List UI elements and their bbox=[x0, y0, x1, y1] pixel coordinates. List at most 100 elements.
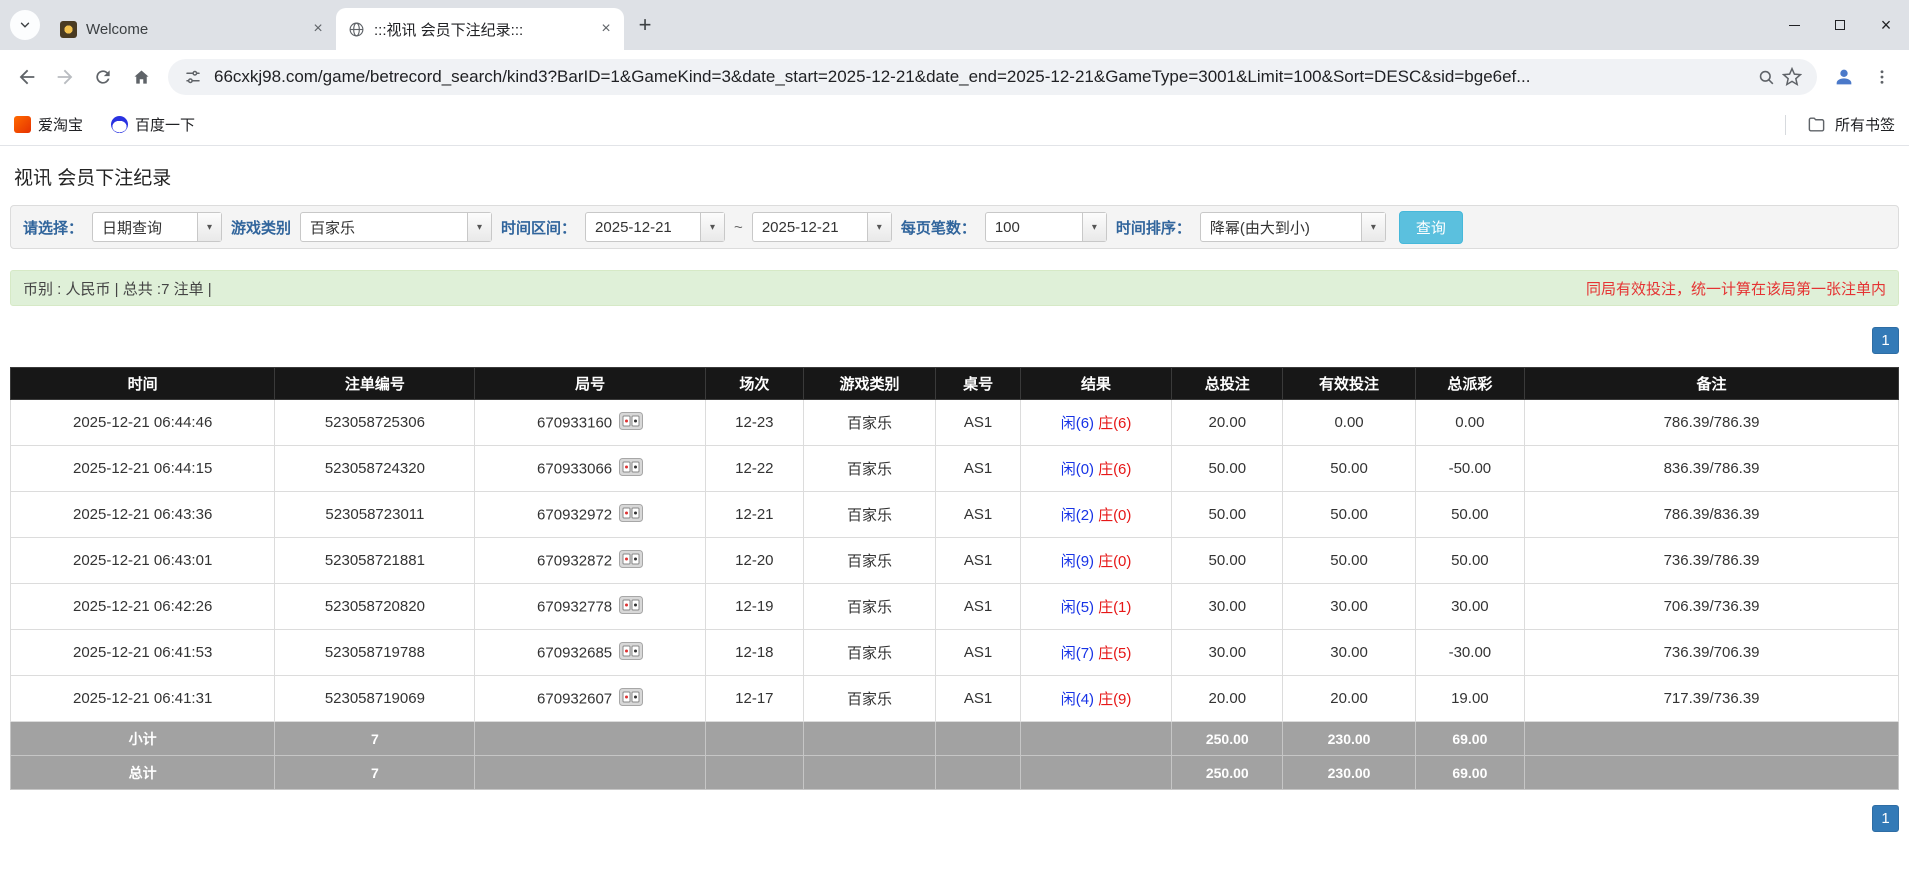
cell-result: 闲(7)庄(5) bbox=[1021, 630, 1172, 676]
all-bookmarks-label: 所有书签 bbox=[1835, 114, 1895, 135]
page-1-button[interactable]: 1 bbox=[1872, 327, 1899, 354]
page-1-button[interactable]: 1 bbox=[1872, 805, 1899, 832]
tab-welcome[interactable]: Welcome × bbox=[48, 8, 336, 50]
total-bet-link[interactable]: 20.00 bbox=[1172, 676, 1283, 722]
query-type-label: 请选择： bbox=[23, 217, 83, 238]
cell-result: 闲(5)庄(1) bbox=[1021, 584, 1172, 630]
chevron-down-icon[interactable]: ▾ bbox=[467, 213, 491, 241]
new-tab-button[interactable]: + bbox=[630, 10, 660, 40]
cell-note: 736.39/706.39 bbox=[1525, 630, 1899, 676]
close-window-button[interactable]: × bbox=[1863, 0, 1909, 50]
table-row: 2025-12-21 06:41:31 523058719069 6709326… bbox=[11, 676, 1899, 722]
chevron-down-icon[interactable]: ▾ bbox=[197, 213, 221, 241]
tab-search-button[interactable] bbox=[10, 10, 40, 40]
cell-note: 706.39/736.39 bbox=[1525, 584, 1899, 630]
cell-valid-bet: 0.00 bbox=[1283, 400, 1415, 446]
cell-result: 闲(9)庄(0) bbox=[1021, 538, 1172, 584]
cell-table: AS1 bbox=[936, 446, 1021, 492]
cell-table: AS1 bbox=[936, 584, 1021, 630]
cell-game: 百家乐 bbox=[803, 492, 935, 538]
total-bet-link[interactable]: 50.00 bbox=[1172, 492, 1283, 538]
minimize-button[interactable] bbox=[1771, 0, 1817, 50]
bookmark-star-icon[interactable] bbox=[1779, 64, 1805, 90]
close-icon: × bbox=[1881, 16, 1892, 34]
bookmark-aitaobao[interactable]: 爱淘宝 bbox=[14, 114, 83, 135]
bookmark-baidu[interactable]: 百度一下 bbox=[111, 114, 195, 135]
home-button[interactable] bbox=[122, 58, 160, 96]
tab-bet-record[interactable]: :::视讯 会员下注纪录::: × bbox=[336, 8, 624, 50]
total-bet-link[interactable]: 30.00 bbox=[1172, 630, 1283, 676]
player-result: 闲(0) bbox=[1061, 461, 1094, 478]
round-replay-icon[interactable] bbox=[619, 412, 643, 434]
search-button[interactable]: 查询 bbox=[1399, 211, 1463, 244]
cell-payout: 50.00 bbox=[1415, 538, 1525, 584]
globe-icon bbox=[348, 21, 365, 38]
total-bet-link[interactable]: 30.00 bbox=[1172, 584, 1283, 630]
url-text[interactable]: 66cxkj98.com/game/betrecord_search/kind3… bbox=[214, 67, 1745, 87]
zoom-icon[interactable] bbox=[1753, 64, 1779, 90]
chevron-down-icon[interactable]: ▾ bbox=[867, 213, 891, 241]
currency-summary-text: 币别 : 人民币 | 总共 :7 注单 | bbox=[23, 278, 212, 299]
reload-button[interactable] bbox=[84, 58, 122, 96]
round-replay-icon[interactable] bbox=[619, 504, 643, 526]
game-type-select[interactable]: 百家乐 ▾ bbox=[300, 212, 492, 242]
player-result: 闲(5) bbox=[1061, 599, 1094, 616]
sort-label: 时间排序： bbox=[1116, 217, 1191, 238]
cell-session: 12-21 bbox=[705, 492, 803, 538]
page-size-select[interactable]: 100 ▾ bbox=[985, 212, 1107, 242]
chevron-down-icon[interactable]: ▾ bbox=[1082, 213, 1106, 241]
all-bookmarks-button[interactable]: 所有书签 bbox=[1785, 114, 1895, 135]
baidu-favicon bbox=[111, 116, 128, 133]
browser-menu-button[interactable] bbox=[1863, 58, 1901, 96]
round-replay-icon[interactable] bbox=[619, 458, 643, 480]
reload-icon bbox=[93, 67, 113, 87]
header-table: 桌号 bbox=[936, 368, 1021, 400]
query-type-select[interactable]: 日期查询 ▾ bbox=[92, 212, 222, 242]
round-replay-icon[interactable] bbox=[619, 550, 643, 572]
cell-round: 670932972 bbox=[475, 492, 705, 538]
empty-cell bbox=[705, 756, 803, 790]
cell-table: AS1 bbox=[936, 630, 1021, 676]
site-info-icon[interactable] bbox=[180, 64, 206, 90]
cell-valid-bet: 50.00 bbox=[1283, 492, 1415, 538]
cell-time: 2025-12-21 06:44:46 bbox=[11, 400, 275, 446]
date-start-select[interactable]: 2025-12-21 ▾ bbox=[585, 212, 725, 242]
date-end-select[interactable]: 2025-12-21 ▾ bbox=[752, 212, 892, 242]
cell-time: 2025-12-21 06:41:31 bbox=[11, 676, 275, 722]
header-round: 局号 bbox=[475, 368, 705, 400]
summary-bar: 币别 : 人民币 | 总共 :7 注单 | 同局有效投注，统一计算在该局第一张注… bbox=[10, 270, 1899, 306]
total-bet-link[interactable]: 20.00 bbox=[1172, 400, 1283, 446]
round-number: 670933160 bbox=[537, 414, 612, 431]
minimize-icon bbox=[1789, 25, 1800, 26]
filter-bar: 请选择： 日期查询 ▾ 游戏类别 百家乐 ▾ 时间区间： 2025-12-21 … bbox=[10, 205, 1899, 249]
maximize-button[interactable] bbox=[1817, 0, 1863, 50]
back-button[interactable] bbox=[8, 58, 46, 96]
date-start-value: 2025-12-21 bbox=[586, 213, 700, 241]
empty-cell bbox=[936, 756, 1021, 790]
round-replay-icon[interactable] bbox=[619, 688, 643, 710]
cell-session: 12-22 bbox=[705, 446, 803, 492]
cell-valid-bet: 20.00 bbox=[1283, 676, 1415, 722]
profile-avatar[interactable] bbox=[1825, 58, 1863, 96]
sort-select[interactable]: 降幂(由大到小) ▾ bbox=[1200, 212, 1386, 242]
header-result: 结果 bbox=[1021, 368, 1172, 400]
cell-payout: 19.00 bbox=[1415, 676, 1525, 722]
round-replay-icon[interactable] bbox=[619, 642, 643, 664]
total-bet-link[interactable]: 50.00 bbox=[1172, 446, 1283, 492]
tab-close-icon[interactable]: × bbox=[596, 19, 616, 39]
cell-time: 2025-12-21 06:41:53 bbox=[11, 630, 275, 676]
cell-bet-id: 523058720820 bbox=[275, 584, 475, 630]
address-bar[interactable]: 66cxkj98.com/game/betrecord_search/kind3… bbox=[168, 59, 1817, 95]
summary-note-text: 同局有效投注，统一计算在该局第一张注单内 bbox=[1586, 278, 1886, 299]
cell-note: 786.39/786.39 bbox=[1525, 400, 1899, 446]
tab-close-icon[interactable]: × bbox=[308, 19, 328, 39]
round-replay-icon[interactable] bbox=[619, 596, 643, 618]
subtotal-valid-bet: 230.00 bbox=[1283, 722, 1415, 756]
cell-time: 2025-12-21 06:44:15 bbox=[11, 446, 275, 492]
chevron-down-icon[interactable]: ▾ bbox=[1361, 213, 1385, 241]
chevron-down-icon[interactable]: ▾ bbox=[700, 213, 724, 241]
total-bet-link[interactable]: 50.00 bbox=[1172, 538, 1283, 584]
tab-title: :::视讯 会员下注纪录::: bbox=[374, 19, 587, 40]
forward-button[interactable] bbox=[46, 58, 84, 96]
total-valid-bet: 230.00 bbox=[1283, 756, 1415, 790]
